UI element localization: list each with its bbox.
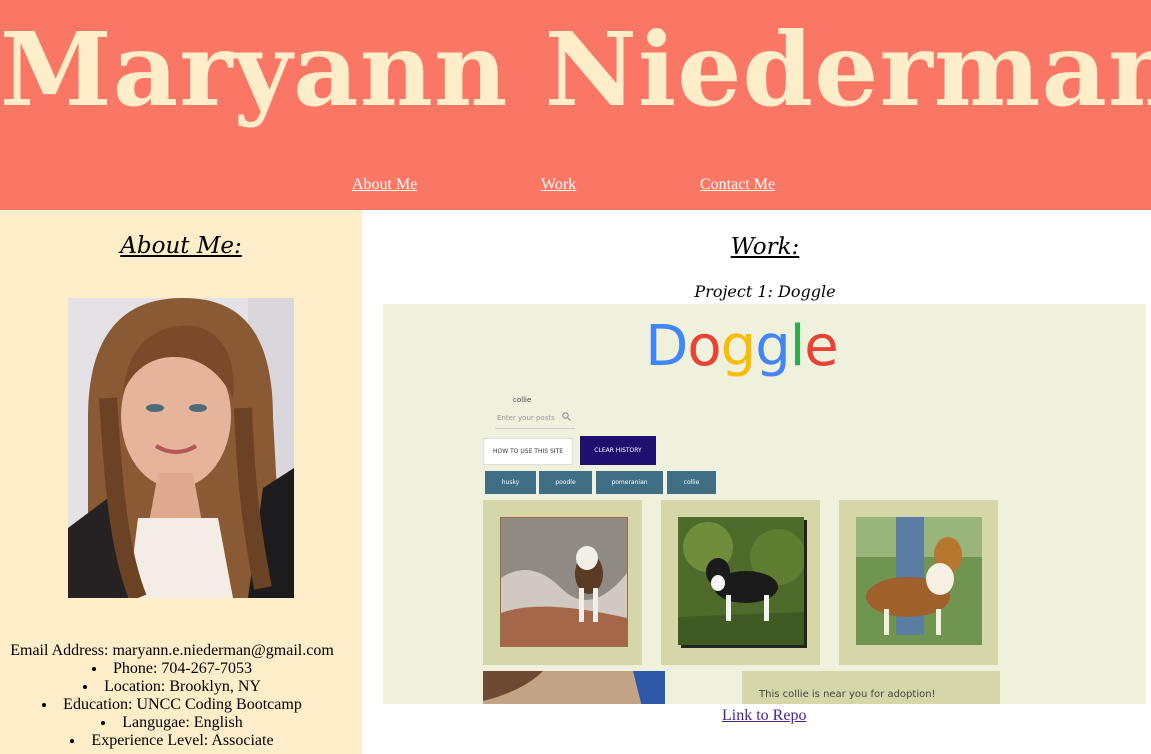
adoption-card: This collie is near you for adoption! [742, 671, 1000, 704]
adoption-text: This collie is near you for adoption! [759, 689, 936, 700]
about-section: About Me: Email Address: maryann.e.niede… [0, 210, 362, 754]
project-title: Project 1: Doggle [694, 282, 836, 301]
dog-photo-1 [500, 517, 628, 647]
logo-letter: g [755, 314, 791, 379]
about-heading: About Me: [120, 233, 242, 259]
dog-card-2 [661, 500, 820, 665]
profile-photo [68, 298, 294, 598]
tag-poodle: poodle [539, 471, 592, 494]
detail-language: Langugae: English [0, 714, 344, 732]
how-to-use-button: HOW TO USE THIS SITE [483, 438, 573, 465]
tag-husky: husky [485, 471, 536, 494]
dog-photo-4 [483, 671, 665, 704]
nav-about-me[interactable]: About Me [352, 176, 417, 194]
work-heading: Work: [730, 234, 800, 260]
logo-letter: D [645, 314, 688, 379]
search-value: collie [513, 396, 532, 404]
clear-history-button: CLEAR HISTORY [580, 436, 656, 465]
detail-location: Location: Brooklyn, NY [0, 678, 344, 696]
logo-letter: g [720, 314, 757, 379]
dog-card-1 [483, 500, 642, 665]
detail-education: Education: UNCC Coding Bootcamp [0, 696, 344, 714]
doggle-logo: Doggle [383, 314, 1100, 379]
logo-letter: o [687, 314, 721, 379]
dog-photo-2 [678, 517, 804, 645]
dog-photo-3 [856, 517, 982, 645]
email-address: Email Address: maryann.e.niederman@gmail… [10, 642, 334, 659]
site-title: Maryann Niederman [0, 10, 1151, 129]
details-list: Phone: 704-267-7053 Location: Brooklyn, … [0, 660, 344, 750]
detail-experience: Experience Level: Associate [0, 732, 344, 750]
repo-link[interactable]: Link to Repo [722, 707, 806, 725]
project-screenshot[interactable]: Doggle collie Enter your posts HOW TO US… [383, 304, 1146, 704]
nav-contact-me[interactable]: Contact Me [700, 176, 775, 194]
search-input-line [495, 428, 575, 429]
site-header: Maryann Niederman About Me Work Contact … [0, 0, 1151, 210]
search-icon [562, 412, 571, 421]
nav-work[interactable]: Work [541, 176, 576, 194]
tag-pomeranian: pomeranian [596, 471, 663, 494]
detail-phone: Phone: 704-267-7053 [0, 660, 344, 678]
logo-letter: l [789, 314, 806, 379]
logo-letter: e [804, 314, 838, 379]
search-placeholder: Enter your posts [497, 414, 555, 422]
dog-card-3 [839, 500, 998, 665]
tag-collie: collie [667, 471, 716, 494]
